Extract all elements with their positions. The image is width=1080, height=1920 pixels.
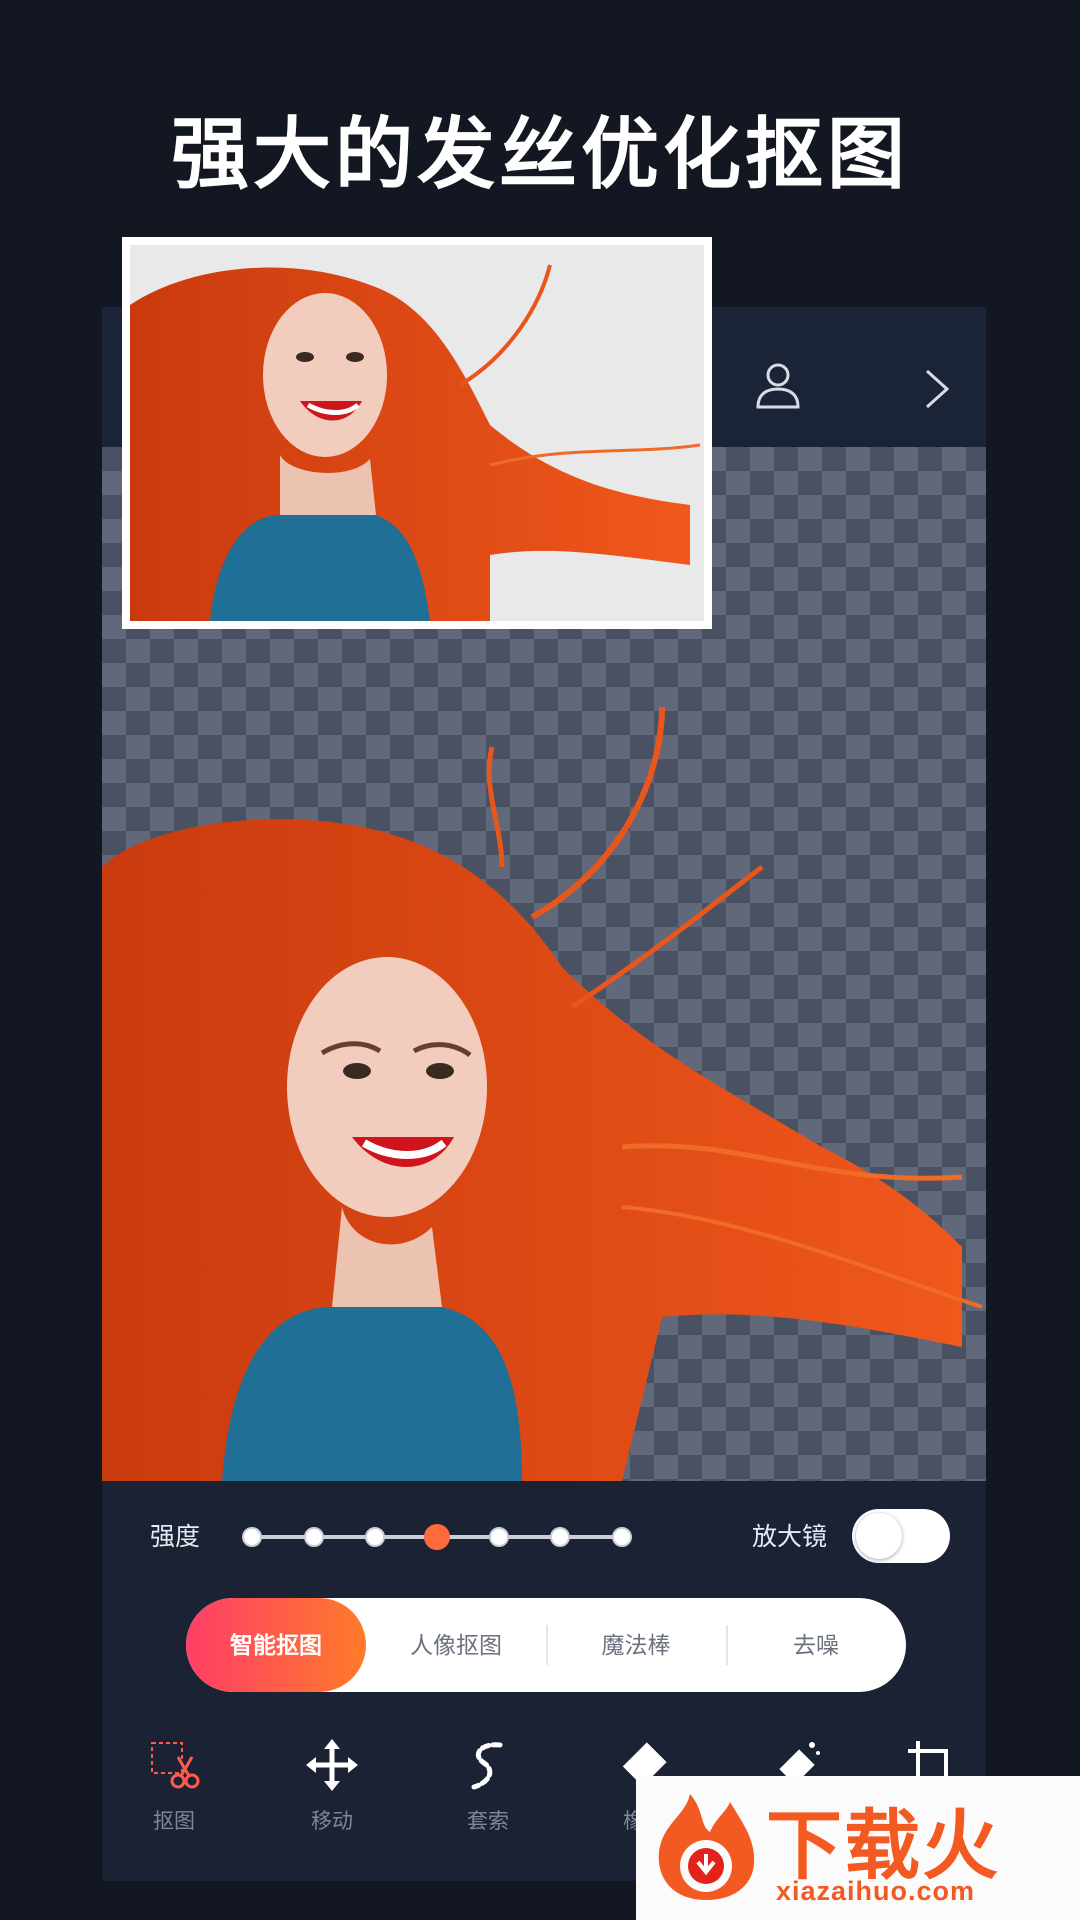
strength-label: 强度 — [150, 1523, 201, 1551]
mode-magic-wand[interactable]: 魔法棒 — [546, 1598, 726, 1692]
strength-controls: 强度 放大镜 — [102, 1487, 986, 1587]
magnifier-toggle[interactable] — [852, 1509, 950, 1563]
tool-label: 抠图 — [153, 1810, 195, 1833]
slider-stop[interactable] — [242, 1527, 262, 1547]
magnifier-label: 放大镜 — [752, 1523, 828, 1551]
lasso-icon — [471, 1742, 503, 1790]
cutout-mode-selector: 智能抠图 人像抠图 魔法棒 去噪 — [186, 1598, 906, 1692]
tool-lasso[interactable]: 套索 — [428, 1737, 548, 1835]
slider-stop[interactable] — [488, 1527, 509, 1547]
watermark-badge: 下载火 xiazaihuo.com — [636, 1776, 1080, 1920]
mode-portrait-cutout[interactable]: 人像抠图 — [366, 1598, 546, 1692]
move-arrows-icon — [306, 1739, 358, 1791]
slider-stop[interactable] — [424, 1524, 450, 1550]
slider-stop[interactable] — [303, 1527, 324, 1547]
chevron-right-icon[interactable] — [917, 367, 957, 411]
flame-logo-icon — [658, 1794, 755, 1900]
slider-stop[interactable] — [612, 1527, 632, 1547]
mode-denoise[interactable]: 去噪 — [726, 1598, 906, 1692]
original-photo — [130, 245, 704, 621]
scissors-icon — [151, 1742, 200, 1789]
watermark-url: xiazaihuo.com — [776, 1876, 976, 1906]
strength-slider[interactable] — [242, 1524, 632, 1550]
tool-move[interactable]: 移动 — [272, 1737, 392, 1835]
mode-smart-cutout[interactable]: 智能抠图 — [186, 1598, 366, 1692]
headline: 强大的发丝优化抠图 — [170, 110, 909, 198]
user-silhouette-icon[interactable] — [752, 359, 804, 411]
tool-cutout[interactable]: 抠图 — [114, 1737, 234, 1835]
tool-label: 套索 — [467, 1810, 509, 1833]
tool-label: 移动 — [311, 1810, 353, 1833]
original-photo-preview — [122, 237, 712, 629]
toggle-knob — [856, 1513, 902, 1559]
slider-stop[interactable] — [365, 1527, 386, 1547]
slider-stop[interactable] — [550, 1527, 571, 1547]
